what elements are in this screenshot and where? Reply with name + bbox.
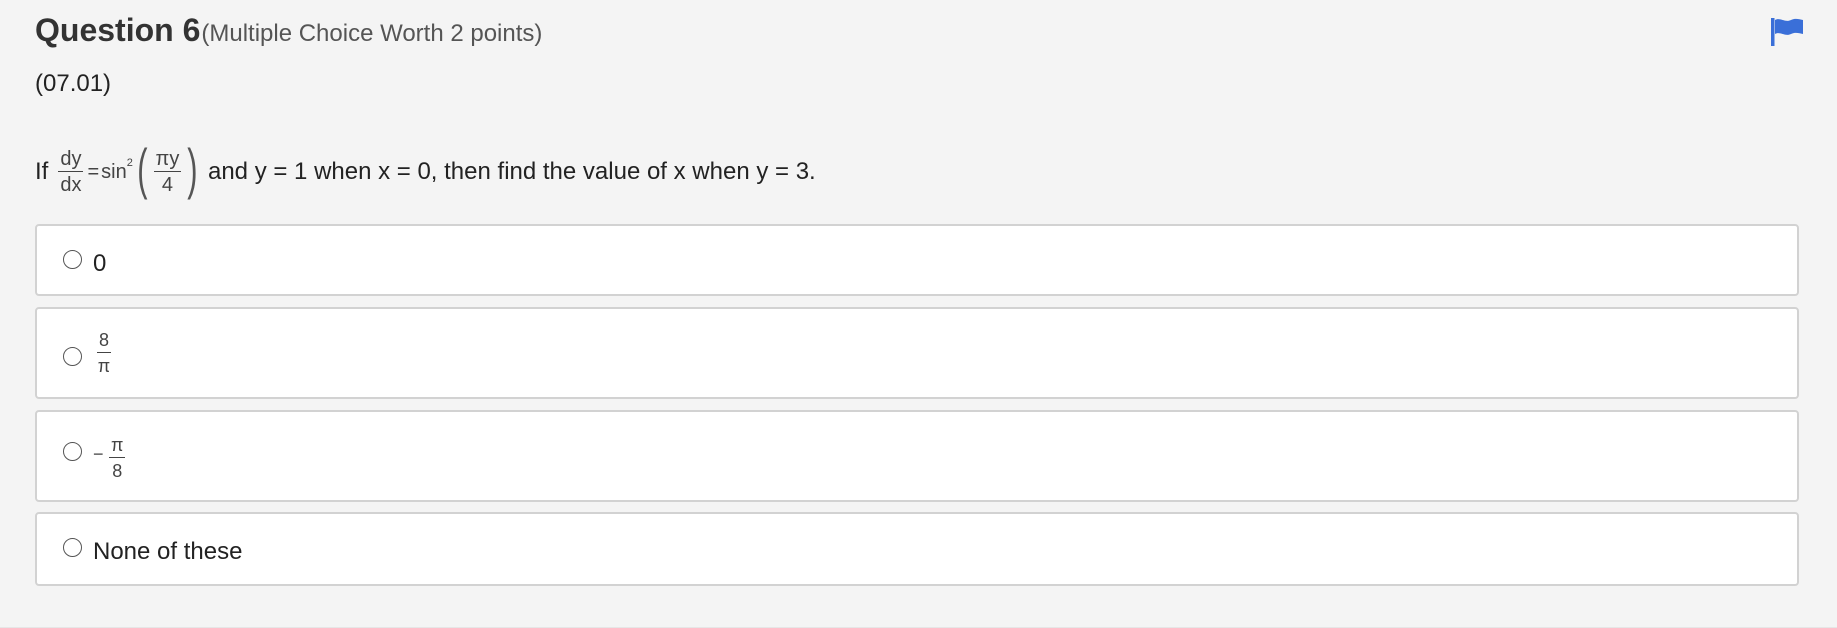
four-denominator: 4 <box>161 174 173 196</box>
dy-dx-fraction: dy dx <box>58 148 84 196</box>
flag-icon[interactable] <box>1770 17 1804 47</box>
choice-c-denominator: 8 <box>112 461 123 481</box>
pi-y-numerator: πy <box>153 148 182 172</box>
choice-b-numerator: 8 <box>97 331 112 353</box>
right-paren: ) <box>187 137 198 200</box>
question-prompt: If dy dx = sin 2 ( πy 4 ) and y = 1 when… <box>35 140 816 204</box>
question-card: Question 6 (Multiple Choice Worth 2 poin… <box>0 0 1837 628</box>
choice-a[interactable]: 0 <box>35 224 1799 296</box>
prompt-suffix: and y = 1 when x = 0, then find the valu… <box>207 158 816 185</box>
choice-b-fraction: 8 π <box>97 331 112 376</box>
choice-d-radio[interactable] <box>63 538 82 557</box>
choice-d[interactable]: None of these <box>35 512 1799 586</box>
choice-c-radio[interactable] <box>63 442 82 461</box>
choice-c-fraction: π 8 <box>109 436 126 481</box>
question-title: Question 6 <box>35 12 201 48</box>
differential-equation: dy dx = sin 2 ( πy 4 ) <box>56 141 202 197</box>
choice-b[interactable]: 8 π <box>35 307 1799 399</box>
choice-c-numerator: π <box>109 436 126 458</box>
choice-c[interactable]: − π 8 <box>35 410 1799 502</box>
standard-code: (07.01) <box>35 70 112 97</box>
squared-exponent: 2 <box>126 157 133 169</box>
dx-denominator: dx <box>60 174 82 196</box>
choice-b-radio[interactable] <box>63 347 82 366</box>
dy-numerator: dy <box>58 148 84 172</box>
choice-b-denominator: π <box>97 356 111 376</box>
sin-function: sin <box>101 160 127 183</box>
choice-d-label: None of these <box>93 538 243 565</box>
choice-a-label: 0 <box>93 250 107 277</box>
prompt-prefix: If <box>35 158 49 185</box>
choice-c-minus: − <box>93 444 104 464</box>
choice-a-radio[interactable] <box>63 250 82 269</box>
question-points: (Multiple Choice Worth 2 points) <box>201 20 543 47</box>
pi-y-over-4-fraction: πy 4 <box>153 148 182 196</box>
question-header: Question 6 (Multiple Choice Worth 2 poin… <box>35 12 542 49</box>
equals-sign: = <box>87 160 100 183</box>
left-paren: ( <box>137 137 148 200</box>
